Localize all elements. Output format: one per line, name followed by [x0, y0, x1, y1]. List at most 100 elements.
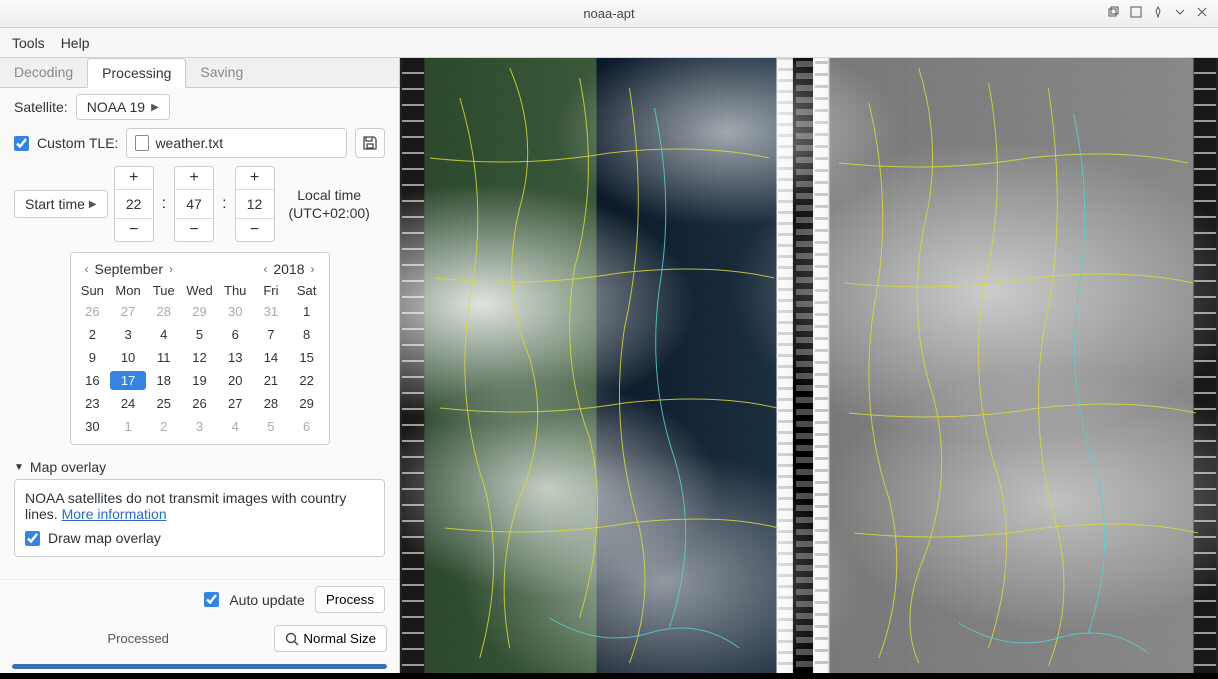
minute-spinner[interactable]: + 47 −: [174, 166, 214, 242]
calendar-day[interactable]: 16: [75, 371, 111, 390]
calendar-day[interactable]: 18: [146, 371, 182, 390]
minute-increment-button[interactable]: +: [175, 167, 213, 190]
custom-tle-checkbox[interactable]: [14, 136, 29, 151]
calendar-day[interactable]: 4: [146, 325, 182, 344]
calendar-day[interactable]: 1: [110, 417, 146, 436]
custom-tle-row: Custom TLE: weather.txt: [14, 128, 385, 158]
calendar-day[interactable]: 31: [253, 302, 289, 321]
map-overlay-title: Map overlay: [30, 459, 106, 475]
menu-help[interactable]: Help: [61, 35, 90, 51]
restore-icon[interactable]: [1106, 4, 1122, 20]
second-increment-button[interactable]: +: [236, 167, 274, 190]
menu-tools[interactable]: Tools: [12, 35, 45, 51]
next-month-button[interactable]: ›: [165, 262, 177, 276]
tle-filename: weather.txt: [155, 135, 223, 151]
calendar-day[interactable]: 10: [110, 348, 146, 367]
calendar-day[interactable]: 15: [289, 348, 325, 367]
calendar-day[interactable]: 30: [217, 302, 253, 321]
calendar-day[interactable]: 28: [146, 302, 182, 321]
calendar-day[interactable]: 21: [253, 371, 289, 390]
calendar-day[interactable]: 23: [75, 394, 111, 413]
calendar-day[interactable]: 26: [75, 302, 111, 321]
minute-decrement-button[interactable]: −: [175, 218, 213, 241]
calendar-day[interactable]: 20: [217, 371, 253, 390]
calendar-day[interactable]: 9: [75, 348, 111, 367]
hour-spinner[interactable]: + 22 −: [114, 166, 154, 242]
start-time-area: Start time ▶ + 22 − : + 47 − :: [14, 166, 385, 242]
pin-icon[interactable]: [1150, 4, 1166, 20]
normal-size-button[interactable]: Normal Size: [274, 625, 387, 652]
tab-decoding[interactable]: Decoding: [0, 58, 87, 87]
calendar-day[interactable]: 7: [253, 325, 289, 344]
start-time-button[interactable]: Start time ▶: [14, 190, 108, 218]
calendar-day[interactable]: 3: [110, 325, 146, 344]
calendar-day[interactable]: 14: [253, 348, 289, 367]
auto-update-checkbox[interactable]: [204, 592, 219, 607]
next-year-button[interactable]: ›: [307, 262, 319, 276]
calendar-day[interactable]: 3: [182, 417, 218, 436]
calendar-day[interactable]: 5: [182, 325, 218, 344]
calendar-day[interactable]: 13: [217, 348, 253, 367]
calendar-day[interactable]: 5: [253, 417, 289, 436]
hour-decrement-button[interactable]: −: [115, 218, 153, 241]
calendar-day[interactable]: 29: [289, 394, 325, 413]
calendar-day[interactable]: 26: [182, 394, 218, 413]
calendar-day[interactable]: 17: [110, 371, 146, 390]
calendar-day[interactable]: 29: [182, 302, 218, 321]
menubar: Tools Help: [0, 28, 1218, 58]
progress-bar: [12, 664, 387, 669]
map-overlay-expander[interactable]: ▼ Map overlay: [14, 459, 385, 475]
maximize-icon[interactable]: [1128, 4, 1144, 20]
magnifier-icon: [285, 632, 299, 646]
draw-map-overlay-checkbox[interactable]: [25, 531, 40, 546]
footer-row: Auto update Process: [0, 579, 399, 619]
calendar-day[interactable]: 24: [110, 394, 146, 413]
calendar-day[interactable]: 2: [75, 325, 111, 344]
process-button[interactable]: Process: [315, 586, 385, 613]
file-icon: [135, 135, 149, 151]
prev-year-button[interactable]: ‹: [259, 262, 271, 276]
satellite-dropdown[interactable]: NOAA 19 ▶: [76, 94, 170, 120]
image-preview[interactable]: [400, 58, 1218, 673]
tab-processing[interactable]: Processing: [87, 58, 186, 88]
calendar-day[interactable]: 22: [289, 371, 325, 390]
prev-month-button[interactable]: ‹: [81, 262, 93, 276]
minimize-icon[interactable]: [1172, 4, 1188, 20]
second-value: 12: [236, 190, 274, 218]
calendar-day[interactable]: 12: [182, 348, 218, 367]
timezone-label: Local time (UTC+02:00): [289, 186, 370, 222]
tle-file-field[interactable]: weather.txt: [126, 128, 347, 158]
calendar-day[interactable]: 19: [182, 371, 218, 390]
satellite-row: Satellite: NOAA 19 ▶: [14, 94, 385, 120]
calendar-day[interactable]: 4: [217, 417, 253, 436]
calendar-dow: Tue: [146, 283, 182, 298]
tabs: Decoding Processing Saving: [0, 58, 399, 88]
status-text: Processed: [12, 631, 264, 646]
minute-value: 47: [175, 190, 213, 218]
chevron-right-icon: ▶: [89, 199, 97, 210]
calendar-month: September: [95, 261, 163, 277]
calendar-dow: Wed: [182, 283, 218, 298]
draw-map-overlay-label: Draw map overlay: [48, 530, 161, 546]
calendar-day[interactable]: 1: [289, 302, 325, 321]
calendar-day[interactable]: 6: [217, 325, 253, 344]
calendar-day[interactable]: 11: [146, 348, 182, 367]
more-info-link[interactable]: More information: [62, 506, 167, 522]
second-spinner[interactable]: + 12 −: [235, 166, 275, 242]
close-icon[interactable]: [1194, 4, 1210, 20]
tab-saving[interactable]: Saving: [186, 58, 257, 87]
map-overlay-section: NOAA satellites do not transmit images w…: [14, 479, 385, 557]
calendar-day[interactable]: 6: [289, 417, 325, 436]
calendar-day[interactable]: 28: [253, 394, 289, 413]
calendar-dow: Mon: [110, 283, 146, 298]
calendar-day[interactable]: 25: [146, 394, 182, 413]
calendar-day[interactable]: 27: [217, 394, 253, 413]
calendar-day[interactable]: 27: [110, 302, 146, 321]
second-decrement-button[interactable]: −: [236, 218, 274, 241]
tle-save-button[interactable]: [355, 128, 385, 158]
calendar-dow: Sat: [289, 283, 325, 298]
calendar-day[interactable]: 8: [289, 325, 325, 344]
hour-increment-button[interactable]: +: [115, 167, 153, 190]
calendar-day[interactable]: 2: [146, 417, 182, 436]
calendar-day[interactable]: 30: [75, 417, 111, 436]
